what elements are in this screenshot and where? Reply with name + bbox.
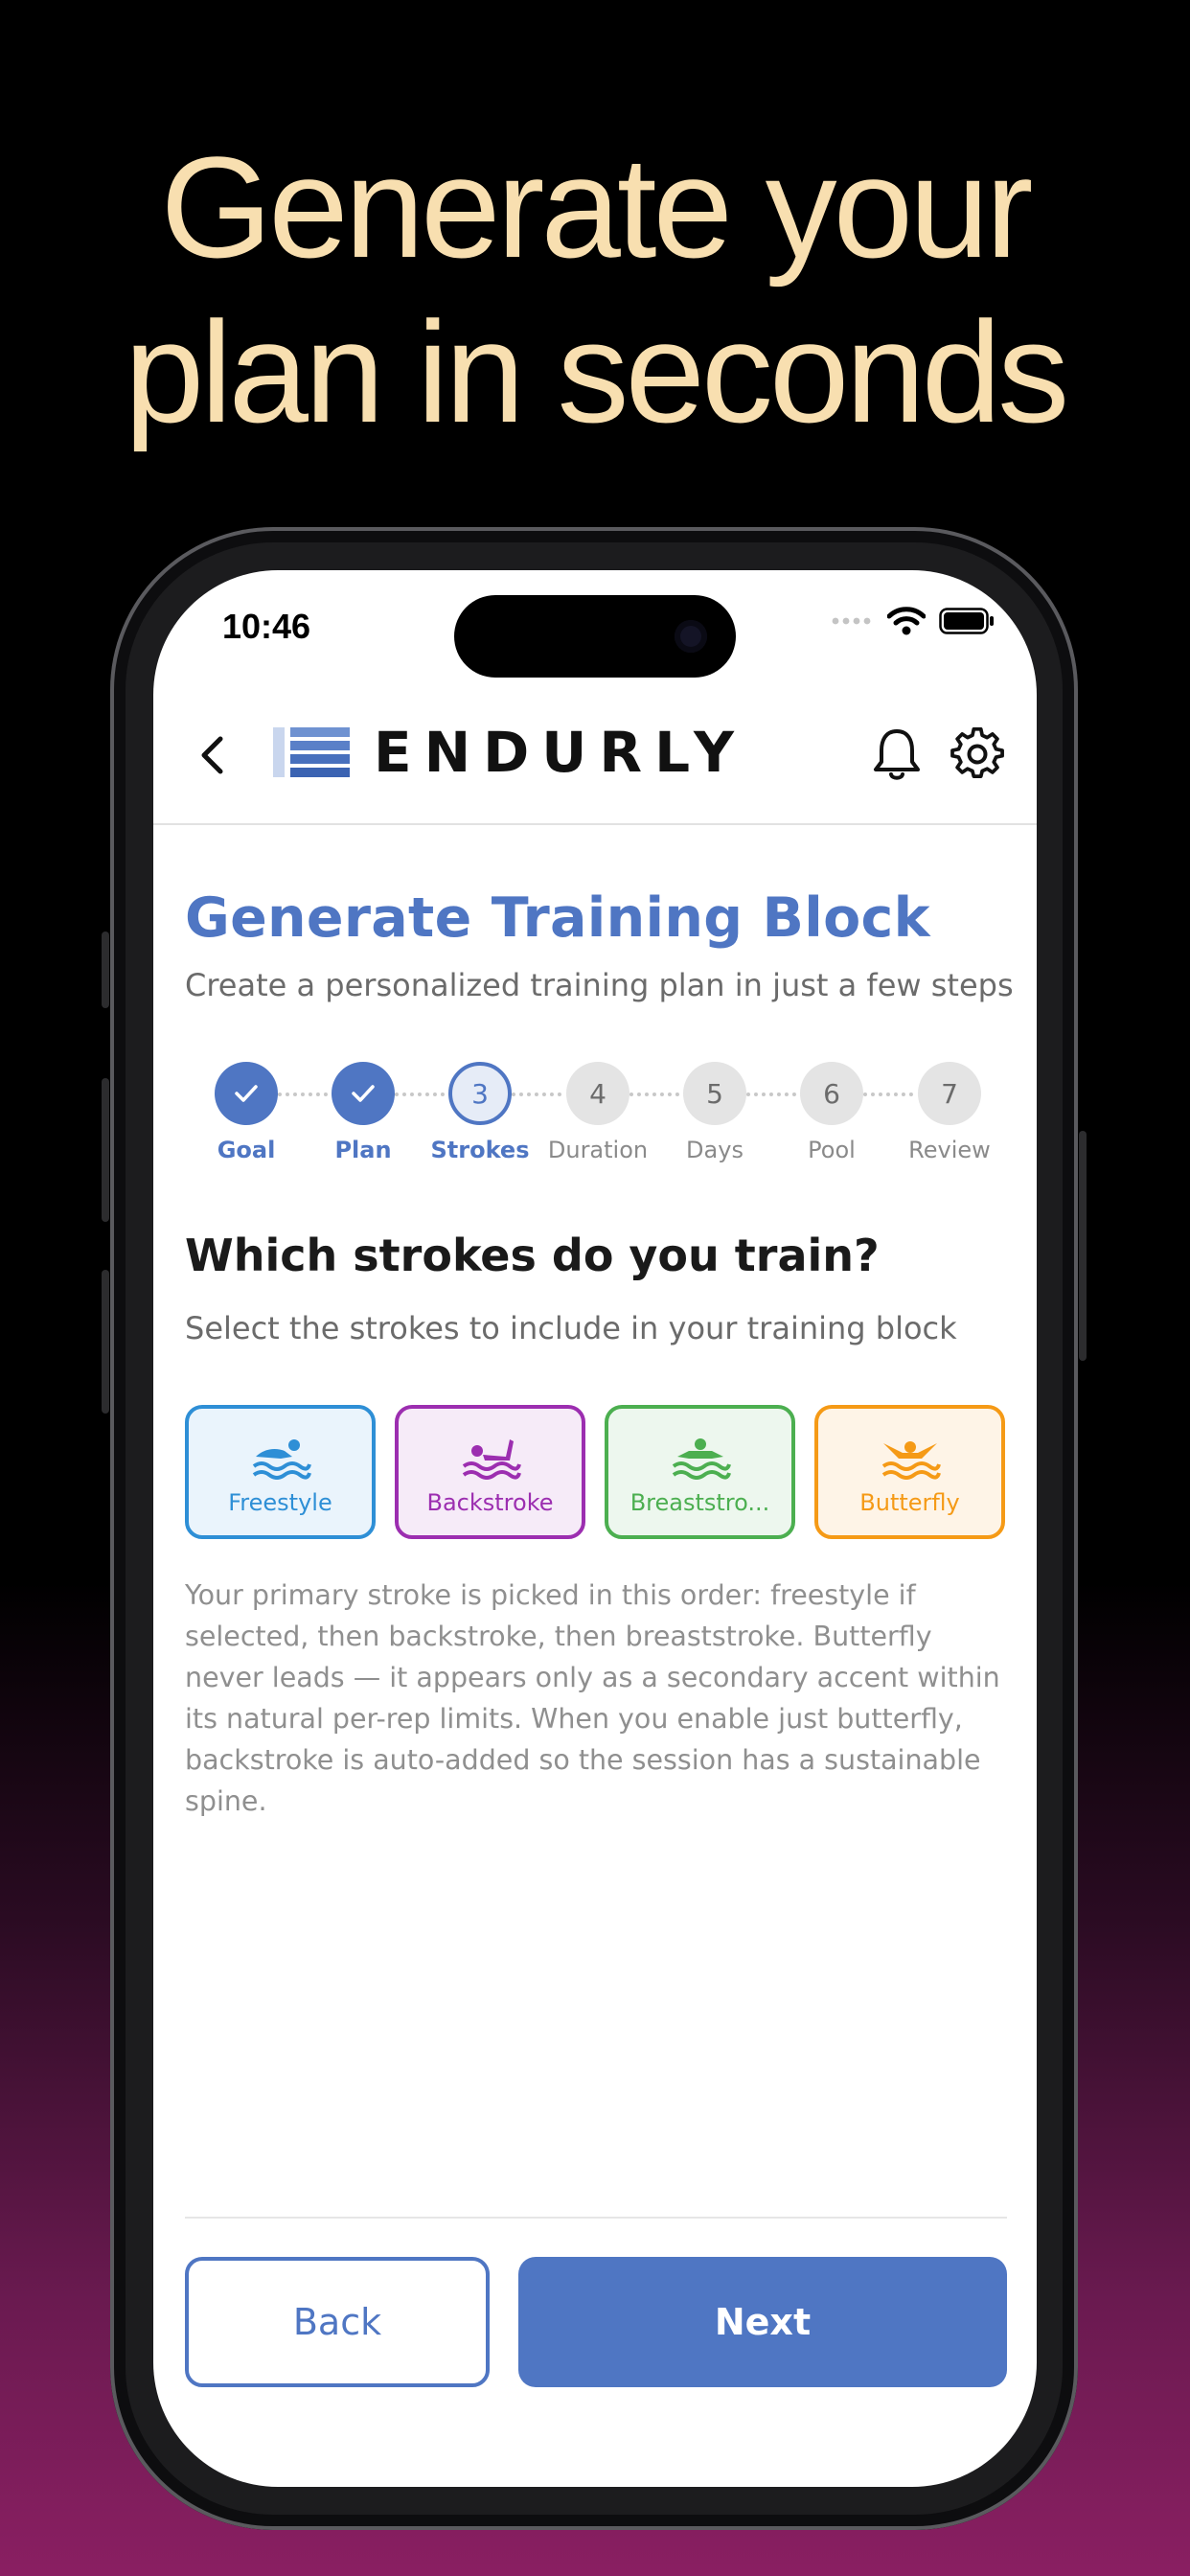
phone-volume-up-button [102,1078,109,1222]
step-pool[interactable]: 6 Pool [774,1062,889,1163]
wifi-icon [887,607,926,635]
bell-icon[interactable] [870,725,924,783]
breaststroke-swimmer-icon [672,1438,731,1480]
app-header: ENDURLY [153,685,1037,825]
next-button[interactable]: Next [518,2257,1007,2387]
back-button[interactable]: Back [185,2257,490,2387]
stroke-card-butterfly[interactable]: Butterfly [814,1405,1005,1539]
headline-line-1: Generate your [160,126,1034,288]
brand-name: ENDURLY [374,720,746,785]
checkmark-icon [332,1062,395,1125]
chevron-left-icon[interactable] [190,731,238,779]
progress-stepper: Goal Plan 3 Strokes 4 Duration 5 Days 6 … [153,1062,1037,1177]
backstroke-swimmer-icon [462,1439,521,1480]
butterfly-swimmer-icon [881,1441,941,1480]
step-review[interactable]: 7 Review [892,1062,1007,1163]
battery-icon [939,608,994,634]
step-number: 6 [800,1062,863,1125]
step-number: 7 [918,1062,981,1125]
endurly-logo-icon [273,727,350,777]
checkmark-icon [215,1062,278,1125]
step-label: Plan [334,1137,392,1163]
step-number: 4 [566,1062,629,1125]
stroke-label: Butterfly [859,1489,960,1516]
cellular-signal-icon [832,617,871,625]
step-number: 3 [448,1062,512,1125]
dynamic-island [454,595,736,678]
step-days[interactable]: 5 Days [657,1062,772,1163]
stroke-card-backstroke[interactable]: Backstroke [395,1405,585,1539]
step-label: Strokes [430,1137,530,1163]
step-plan[interactable]: Plan [306,1062,421,1163]
headline-line-2: plan in seconds [124,291,1069,452]
stroke-label: Breaststro... [629,1489,770,1516]
step-label: Days [686,1137,744,1163]
step-strokes[interactable]: 3 Strokes [423,1062,538,1163]
stroke-priority-note: Your primary stroke is picked in this or… [185,1579,1000,1817]
status-indicators [832,607,995,635]
page-title: Generate Training Block [185,886,930,950]
stroke-card-breaststroke[interactable]: Breaststro... [605,1405,795,1539]
step-label: Goal [217,1137,276,1163]
gear-icon[interactable] [950,727,1004,781]
step-label: Duration [547,1137,649,1163]
step-label: Review [908,1137,991,1163]
stroke-label: Freestyle [228,1489,332,1516]
step-duration[interactable]: 4 Duration [540,1062,655,1163]
freestyle-swimmer-icon [252,1439,311,1480]
phone-action-button [102,932,109,1008]
front-camera [675,620,707,653]
stroke-options: Freestyle Backstroke Breaststro... Butte… [185,1405,1007,1539]
question-title: Which strokes do you train? [185,1230,880,1281]
stroke-card-freestyle[interactable]: Freestyle [185,1405,376,1539]
step-goal[interactable]: Goal [189,1062,304,1163]
app-screen: 10:46 ENDURLY Generate Training Block Cr… [153,570,1037,2487]
question-subtitle: Select the strokes to include in your tr… [185,1310,957,1346]
phone-volume-down-button [102,1270,109,1414]
step-label: Pool [808,1137,856,1163]
step-number: 5 [683,1062,746,1125]
marketing-headline: Generate your plan in seconds [0,125,1190,454]
stroke-label: Backstroke [426,1489,554,1516]
page-subtitle: Create a personalized training plan in j… [185,967,1014,1003]
status-time: 10:46 [222,607,311,646]
phone-power-button [1079,1131,1087,1361]
footer-divider [185,2217,1007,2219]
